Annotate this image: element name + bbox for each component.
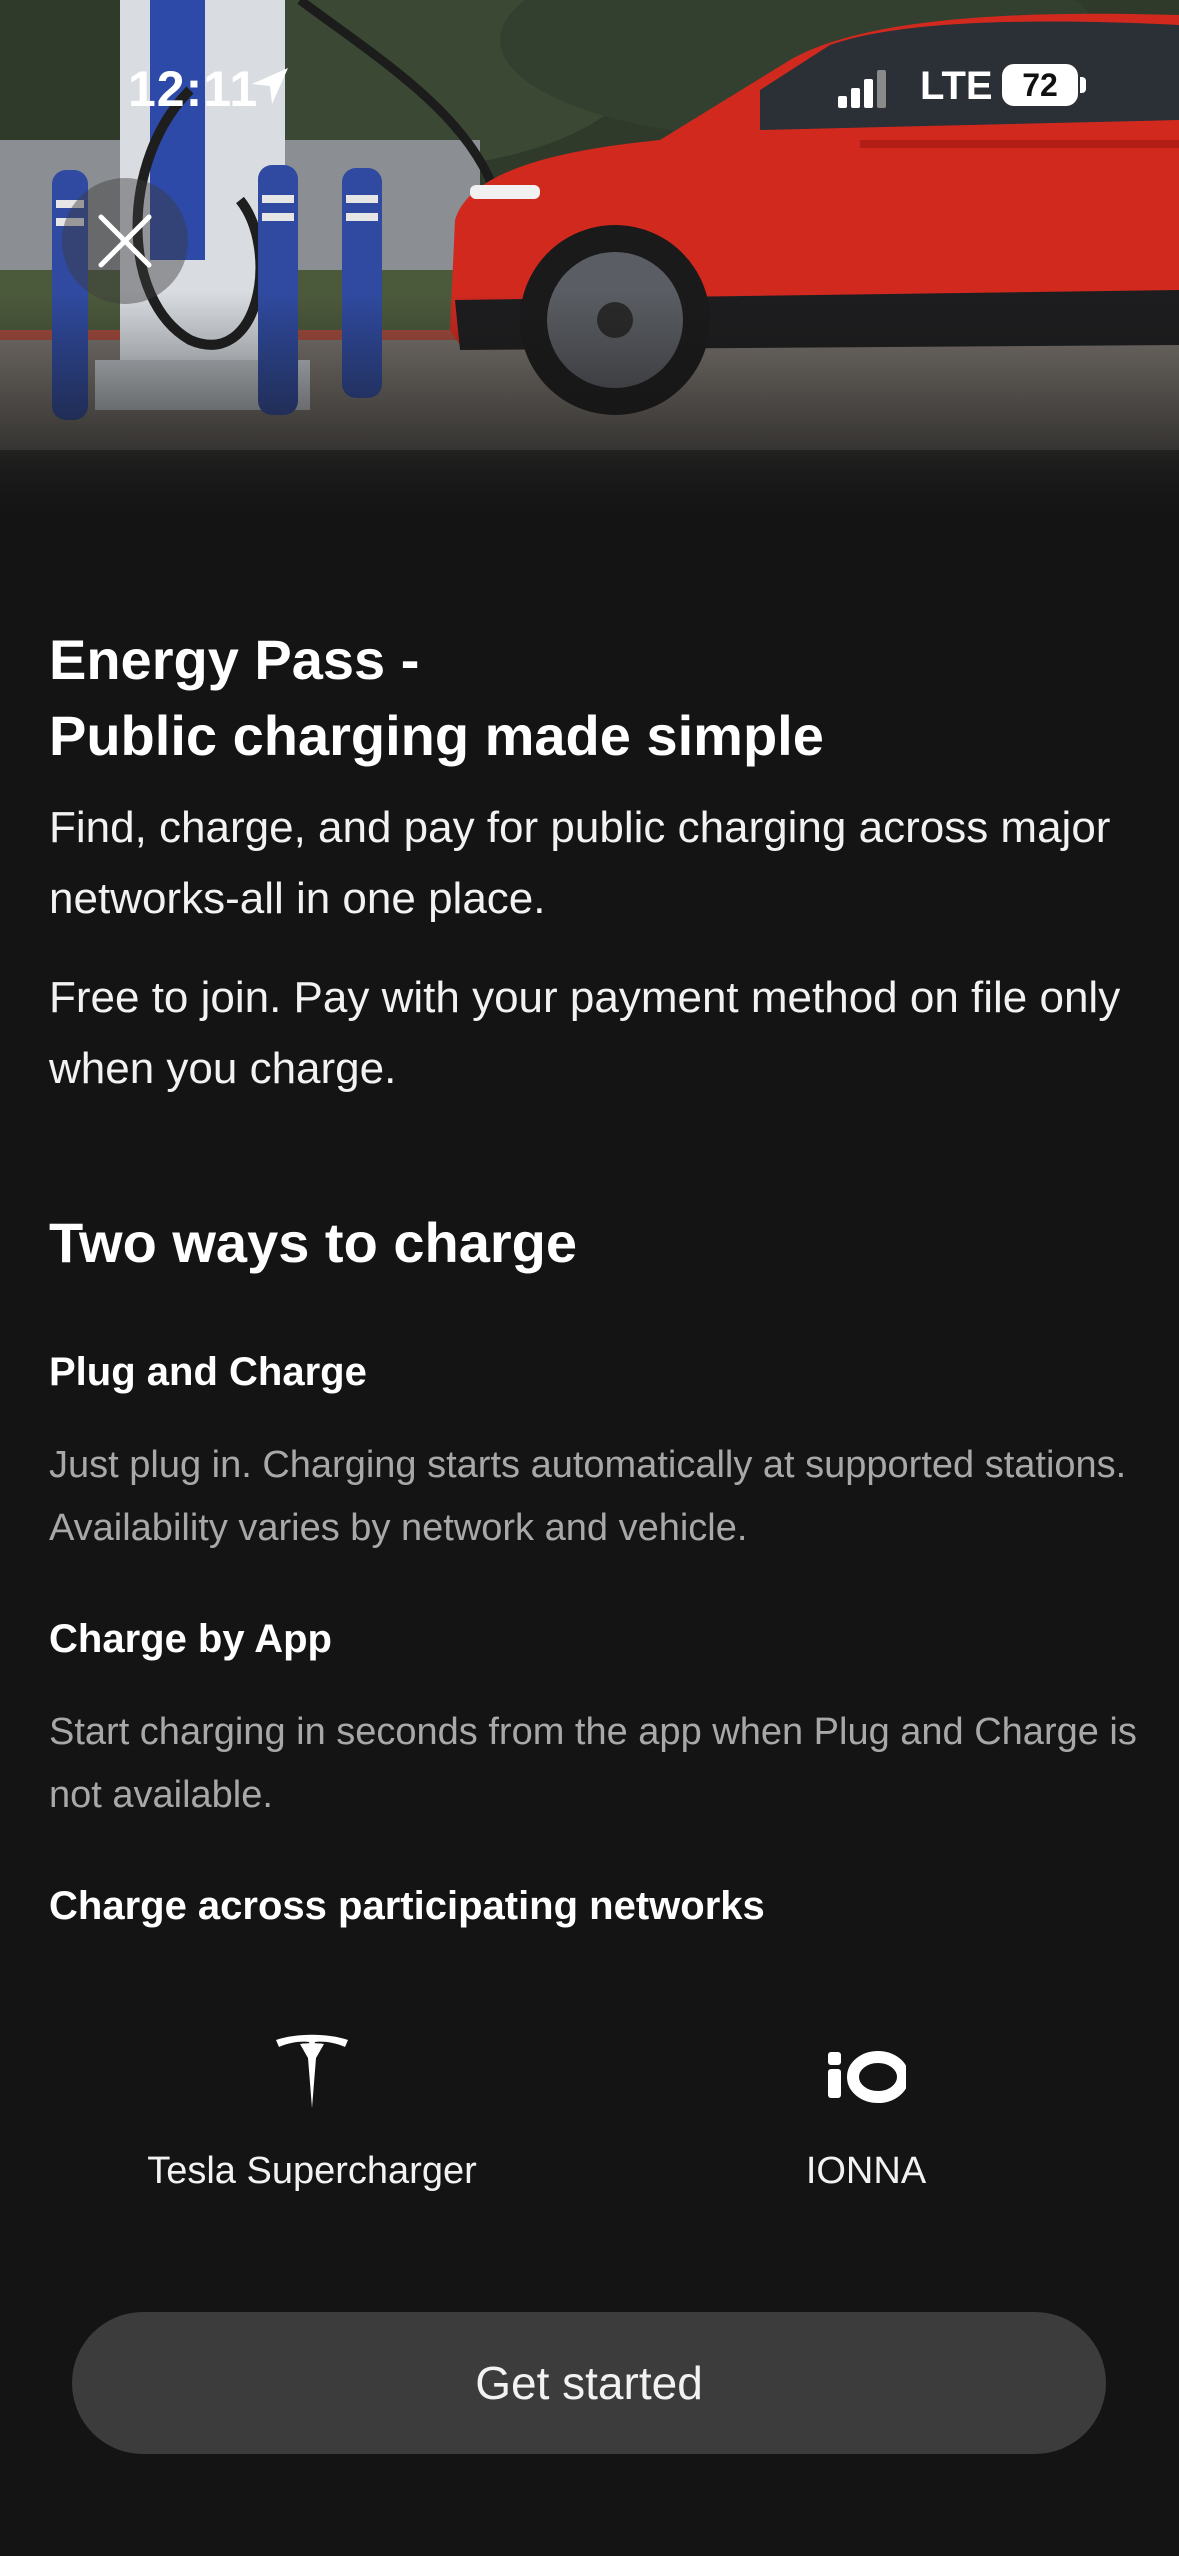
title-line-1: Energy Pass - (49, 628, 420, 691)
page-title: Energy Pass - Public charging made simpl… (49, 622, 1129, 774)
status-time: 12:11 (128, 61, 259, 117)
ionna-logo-icon (828, 2051, 906, 2103)
cellular-signal-icon (838, 70, 886, 108)
close-button[interactable] (62, 178, 188, 304)
plug-and-charge-title: Plug and Charge (49, 1350, 367, 1394)
tesla-logo-icon (276, 2034, 348, 2108)
plug-and-charge-desc: Just plug in. Charging starts automatica… (49, 1444, 1127, 1549)
network-label-tesla: Tesla Supercharger (147, 2150, 477, 2192)
status-bar: 12:11 LTE 72 (0, 0, 1179, 160)
networks-title: Charge across participating networks (49, 1884, 765, 1928)
network-ionna: IONNA (616, 2030, 1116, 2193)
location-arrow-icon (252, 68, 288, 104)
intro-text: Find, charge, and pay for public chargin… (49, 803, 1111, 923)
network-type: LTE (920, 64, 993, 108)
close-icon (98, 214, 152, 268)
title-line-2: Public charging made simple (49, 704, 824, 767)
network-tesla: Tesla Supercharger (62, 2030, 562, 2193)
section-title: Two ways to charge (49, 1211, 577, 1274)
charge-by-app-desc: Start charging in seconds from the app w… (49, 1711, 1137, 1816)
charge-by-app-title: Charge by App (49, 1617, 332, 1661)
get-started-button[interactable]: Get started (72, 2312, 1106, 2454)
battery-cap (1080, 77, 1086, 93)
free-note-text: Free to join. Pay with your payment meth… (49, 973, 1121, 1093)
network-label-ionna: IONNA (805, 2150, 927, 2192)
battery-icon: 72 (1002, 64, 1078, 106)
